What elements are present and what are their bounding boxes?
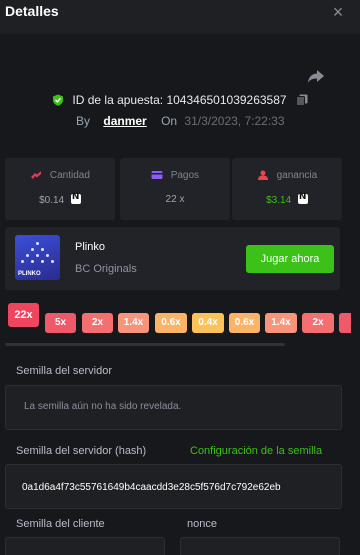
game-name: Plinko [75,241,105,253]
stat-amount-value: $0.14 [39,195,65,206]
multiplier-chip: 22x [8,303,39,327]
server-hash-field[interactable]: 0a1d6a4f73c55761649b4caacdd3e28c5f576d7c… [5,464,342,509]
modal-header: Detalles × [0,0,360,34]
thumb-tag: PLINKO [18,271,41,277]
client-seed-field[interactable] [5,537,165,555]
multiplier-chip: 1.4x [265,313,297,333]
bet-id: ID de la apuesta: 104346501039263587 [72,93,287,107]
multiplier-chip: 0.4x [192,313,224,333]
stat-amount: Cantidad $0.14 [5,158,115,220]
user-link[interactable]: danmer [103,114,146,128]
profit-icon [257,170,268,180]
money-icon [31,171,42,179]
stat-profit: ganancia $3.14 [232,158,342,220]
bet-id-row: ID de la apuesta: 104346501039263587 [0,93,360,107]
multiplier-scrollbar[interactable] [5,343,285,346]
multiplier-chip: 1.4x [118,313,149,333]
stat-payout: Pagos 22 x [120,158,230,220]
nonce-field[interactable] [180,537,340,555]
bet-date: 31/3/2023, 7:22:33 [184,114,285,128]
copy-icon[interactable] [295,94,308,106]
server-seed-label: Semilla del servidor [16,365,112,377]
by-label: By [76,114,91,128]
multiplier-chip: 0.6x [155,313,187,333]
server-hash-value: 0a1d6a4f73c55761649b4caacdd3e28c5f576d7c… [22,482,281,493]
multiplier-chip: 5x [45,313,76,333]
coin-icon [70,192,81,204]
coin-icon [297,192,308,204]
card-icon [151,171,163,179]
server-seed-field: La semilla aún no ha sido revelada. [5,385,342,430]
stat-payout-label: Pagos [170,170,200,181]
stat-profit-value: $3.14 [266,195,292,206]
client-seed-label: Semilla del cliente [16,518,105,530]
modal-title: Detalles [5,3,59,19]
bet-byline: By danmer On 31/3/2023, 7:22:33 [76,114,285,128]
play-now-button[interactable]: Jugar ahora [246,245,334,273]
plinko-thumbnail[interactable]: PLINKO [15,235,60,280]
verified-shield-icon [53,94,64,106]
server-seed-value: La semilla aún no ha sido revelada. [24,401,182,412]
multiplier-chip: 2x [302,313,334,333]
stat-amount-label: Cantidad [49,170,90,181]
nonce-label: nonce [187,518,217,530]
game-provider: BC Originals [75,263,137,275]
share-icon[interactable] [306,66,326,86]
game-card: PLINKO Plinko BC Originals Jugar ahora [5,227,340,290]
close-icon[interactable]: × [328,2,348,22]
stat-payout-value: 22 x [165,194,185,205]
server-hash-label: Semilla del servidor (hash) [16,445,147,457]
stat-profit-label: ganancia [276,170,318,181]
multiplier-chip: 2x [82,313,113,333]
multiplier-chip-partial [339,313,351,333]
multiplier-chip: 0.6x [229,313,260,333]
on-label: On [161,114,178,128]
seed-settings-link[interactable]: Configuración de la semilla [190,445,322,457]
